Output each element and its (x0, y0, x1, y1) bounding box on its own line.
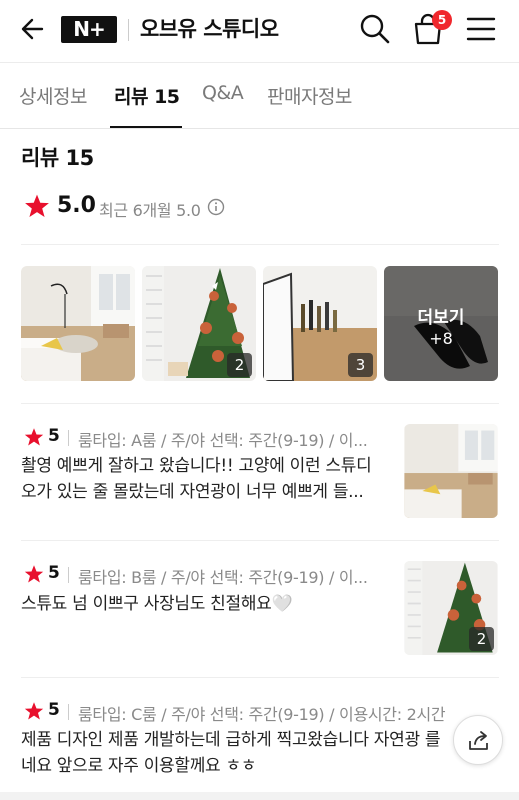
star-icon (25, 194, 49, 218)
review-text-line: 제품 디자인 제품 개발하는데 급하게 찍고왔습니다 자연광 를 (21, 730, 441, 750)
star-icon (24, 702, 44, 720)
review-text-line: 스튜됴 넘 이쁘구 사장님도 친절해요🤍 (21, 594, 293, 614)
top-header: N+ 오브유 스튜디오 5 (0, 0, 519, 58)
photo-count-tag: 3 (348, 353, 373, 377)
meta-separator (68, 704, 69, 720)
review-photo-3[interactable]: 3 (263, 266, 377, 381)
review-divider (21, 540, 499, 541)
more-count: +8 (429, 329, 453, 348)
back-arrow-icon[interactable] (18, 14, 48, 44)
review-score: 5 (48, 563, 60, 583)
photo-count-tag: 2 (469, 627, 494, 651)
review-options: 룸타입: A룸 / 주/야 선택: 주간(9-19) / 이... (78, 431, 368, 450)
average-rating: 5.0 (57, 193, 96, 218)
tabs-top-divider (0, 62, 519, 63)
section-divider (21, 403, 499, 404)
review-text-line: 네요 앞으로 자주 이용할께요 ㅎㅎ (21, 756, 257, 776)
more-photos-button[interactable]: 더보기 +8 (384, 266, 498, 381)
tab-detail-info[interactable]: 상세정보 (19, 82, 87, 109)
recent-rating-summary: 최근 6개월 5.0 (99, 201, 201, 220)
tab-qna[interactable]: Q&A (202, 82, 244, 104)
search-icon[interactable] (359, 13, 391, 45)
review-score: 5 (48, 426, 60, 446)
meta-separator (68, 430, 69, 446)
review-text-line: 촬영 예쁘게 잘하고 왔습니다!! 고양에 이런 스튜디 (21, 456, 372, 476)
review-photo-1[interactable] (21, 266, 135, 381)
cart-count-badge: 5 (432, 10, 452, 30)
room-photo-image (21, 266, 135, 381)
section-divider (21, 244, 499, 245)
tabs-bottom-divider (0, 128, 519, 129)
tab-reviews[interactable]: 리뷰 15 (114, 82, 180, 109)
review-options: 룸타입: B룸 / 주/야 선택: 주간(9-19) / 이... (78, 568, 368, 587)
review-thumbnail[interactable]: 2 (404, 561, 498, 655)
photo-count-tag: 2 (227, 353, 252, 377)
review-divider (21, 677, 499, 678)
review-score: 5 (48, 700, 60, 720)
review-thumbnail[interactable] (404, 424, 498, 518)
star-icon (24, 428, 44, 446)
tab-seller-info[interactable]: 판매자정보 (267, 82, 352, 109)
hamburger-menu-icon[interactable] (466, 15, 496, 43)
header-divider (128, 19, 129, 41)
share-button[interactable] (453, 715, 503, 765)
store-name[interactable]: 오브유 스튜디오 (140, 13, 279, 43)
bottom-bar (0, 792, 519, 800)
naver-plus-logo[interactable]: N+ (61, 16, 117, 43)
more-label: 더보기 (417, 308, 465, 328)
review-section-title: 리뷰 15 (21, 146, 94, 170)
room-photo-image (404, 424, 498, 518)
review-options: 룸타입: C룸 / 주/야 선택: 주간(9-19) / 이용시간: 2시간 (78, 705, 446, 724)
review-text-line: 오가 있는 줄 몰랐는데 자연광이 너무 예쁘게 들... (21, 482, 364, 502)
meta-separator (68, 567, 69, 583)
share-icon (469, 731, 488, 750)
info-icon[interactable] (207, 198, 225, 216)
review-photo-2[interactable]: 2 (142, 266, 256, 381)
star-icon (24, 565, 44, 583)
